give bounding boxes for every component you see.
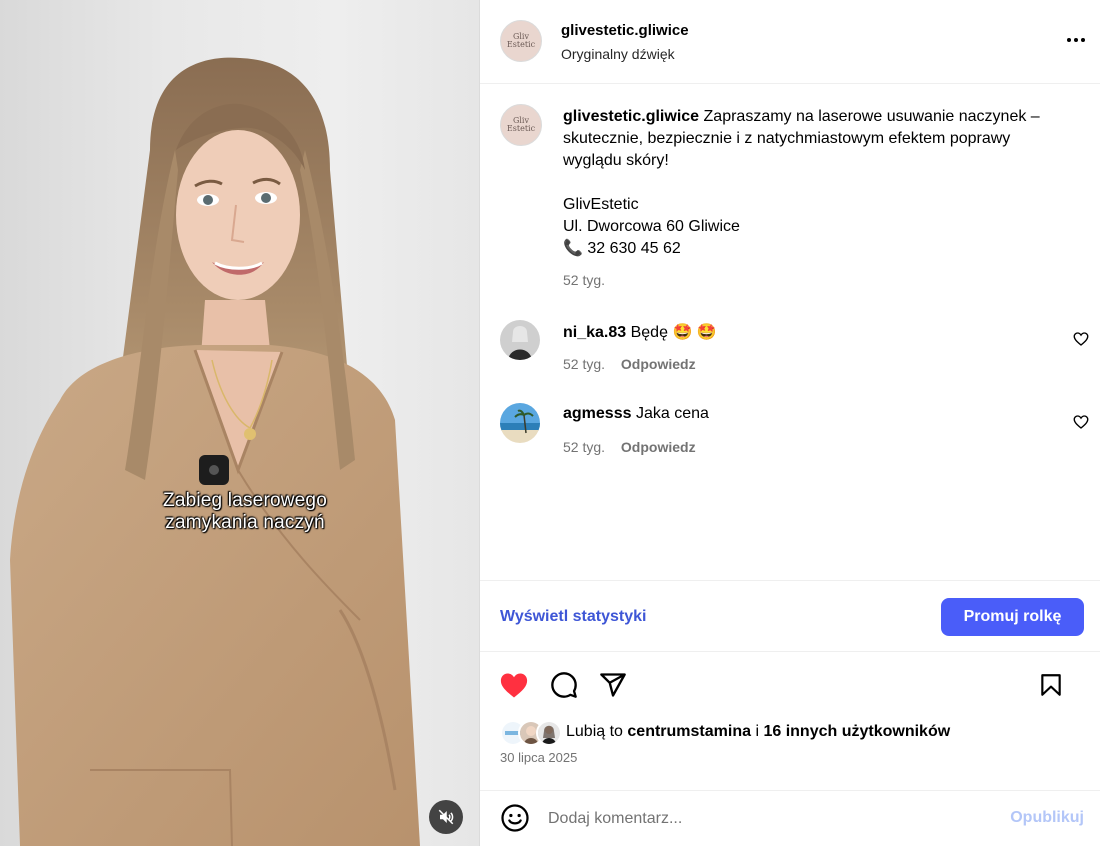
heart-filled-icon xyxy=(500,673,528,698)
caption-username[interactable]: glivestetic.gliwice xyxy=(563,108,699,125)
comment-input[interactable] xyxy=(548,807,968,831)
add-comment-bar: Opublikuj xyxy=(480,790,1100,846)
caption-line-1: GlivEstetic xyxy=(563,196,639,213)
speaker-muted-icon xyxy=(438,809,454,825)
like-button[interactable] xyxy=(499,670,529,700)
promote-reel-button[interactable]: Promuj rolkę xyxy=(941,598,1084,636)
video-subtitle: Zabieg laserowego zamykania naczyń xyxy=(100,490,390,534)
comment-timestamp[interactable]: 52 tyg. xyxy=(563,356,605,372)
commenter-avatar[interactable] xyxy=(500,403,540,443)
likes-count-link[interactable]: 16 innych użytkowników xyxy=(763,723,950,740)
comment-like-heart-icon[interactable] xyxy=(1072,413,1090,431)
commenter-avatar[interactable] xyxy=(500,320,540,360)
subtitle-line-1: Zabieg laserowego xyxy=(163,490,327,511)
caption-timestamp[interactable]: 52 tyg. xyxy=(563,272,605,288)
post-details-panel: Gliv Estetic glivestetic.gliwice Oryginal… xyxy=(479,0,1100,846)
video-frame xyxy=(10,57,420,846)
reel-video[interactable]: Zabieg laserowego zamykania naczyń xyxy=(0,0,479,846)
reply-button[interactable]: Odpowiedz xyxy=(621,439,696,455)
save-button[interactable] xyxy=(1036,670,1066,700)
caption-author-avatar[interactable]: Gliv Estetic xyxy=(500,104,542,146)
comment-icon xyxy=(551,672,577,698)
author-avatar[interactable]: Gliv Estetic xyxy=(500,20,542,62)
commenter-username[interactable]: agmesss xyxy=(563,405,632,422)
comment-like-heart-icon[interactable] xyxy=(1072,330,1090,348)
mute-toggle-button[interactable] xyxy=(429,800,463,834)
comment-text: Będę xyxy=(630,324,668,341)
phone-icon: 📞 xyxy=(563,240,583,257)
liker-username[interactable]: centrumstamina xyxy=(627,723,751,740)
publish-comment-button[interactable]: Opublikuj xyxy=(1010,809,1084,827)
bookmark-icon xyxy=(1041,674,1061,696)
share-icon xyxy=(600,673,626,697)
liker-avatar[interactable] xyxy=(536,720,562,746)
post-date[interactable]: 30 lipca 2025 xyxy=(500,750,577,765)
comment-body: agmesss Jaka cena xyxy=(563,405,709,423)
comment-text: Jaka cena xyxy=(635,405,709,422)
star-struck-emoji-icon: 🤩 🤩 xyxy=(672,324,717,341)
reply-button[interactable]: Odpowiedz xyxy=(621,356,696,372)
brand-logo-icon: Gliv Estetic xyxy=(506,116,536,133)
post-caption: glivestetic.gliwice Zapraszamy na lasero… xyxy=(563,106,1073,260)
brand-logo-icon: Gliv Estetic xyxy=(506,32,536,49)
comment-meta: 52 tyg. Odpowiedz xyxy=(563,356,696,372)
author-username[interactable]: glivestetic.gliwice xyxy=(561,22,689,39)
commenter-username[interactable]: ni_ka.83 xyxy=(563,324,626,341)
share-button[interactable] xyxy=(598,670,628,700)
comment-timestamp[interactable]: 52 tyg. xyxy=(563,439,605,455)
post-header: Gliv Estetic glivestetic.gliwice Oryginal… xyxy=(480,0,1100,84)
comment-meta: 52 tyg. Odpowiedz xyxy=(563,439,696,455)
caption-line-2: Ul. Dworcowa 60 Gliwice xyxy=(563,218,740,235)
more-options-button[interactable] xyxy=(1064,28,1088,52)
more-horizontal-icon xyxy=(1067,38,1085,42)
likes-text: Lubią to centrumstamina i 16 innych użyt… xyxy=(566,723,951,740)
caption-phone: 32 630 45 62 xyxy=(587,240,681,257)
view-insights-link[interactable]: Wyświetl statystyki xyxy=(500,608,646,626)
comment-button[interactable] xyxy=(549,670,579,700)
insights-bar: Wyświetl statystyki Promuj rolkę xyxy=(480,580,1100,652)
subtitle-line-2: zamykania naczyń xyxy=(165,512,325,533)
audio-label[interactable]: Oryginalny dźwięk xyxy=(561,46,675,62)
likes-summary: Lubią to centrumstamina i 16 innych użyt… xyxy=(500,720,1090,746)
post-actions xyxy=(480,666,1100,706)
emoji-smile-icon[interactable] xyxy=(500,803,530,833)
comment-body: ni_ka.83 Będę 🤩 🤩 xyxy=(563,322,717,342)
